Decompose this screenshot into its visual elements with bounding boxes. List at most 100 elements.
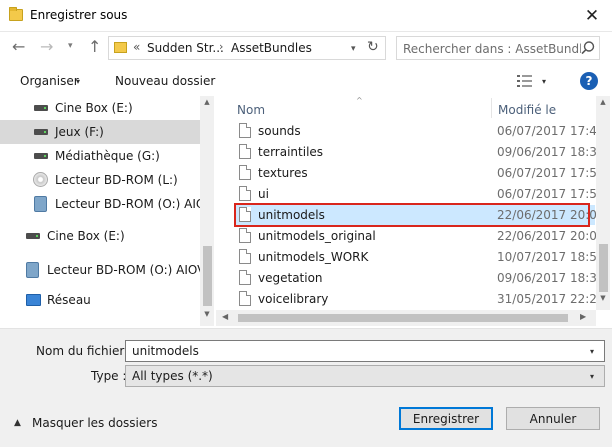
file-date: 22/06/2017 20:08 [497, 208, 598, 222]
search-input[interactable] [403, 41, 581, 57]
list-item[interactable]: unitmodels_original 22/06/2017 20:08 [235, 226, 598, 246]
file-date: 10/07/2017 18:55 [497, 250, 598, 264]
save-form: Nom du fichier : unitmodels ▾ Type : All… [0, 328, 612, 447]
sort-ascending-icon: ^ [356, 96, 363, 105]
file-icon [239, 165, 251, 180]
sidebar-item-label: Réseau [47, 293, 91, 307]
cancel-button[interactable]: Annuler [506, 407, 600, 430]
close-button[interactable]: ✕ [572, 0, 612, 32]
file-date: 06/07/2017 17:50 [497, 187, 598, 201]
forward-arrow-icon[interactable]: → [40, 37, 53, 56]
file-name: unitmodels_WORK [258, 250, 369, 264]
scroll-up-icon[interactable]: ▲ [200, 98, 214, 106]
sidebar-item-jeux[interactable]: Jeux (F:) [0, 120, 200, 144]
column-header-date[interactable]: Modifié le [498, 103, 556, 117]
sidebar-item-bd-rom-o[interactable]: Lecteur BD-ROM (O:) AIOVI [0, 192, 214, 216]
sidebar-item-cine-box-2[interactable]: Cine Box (E:) [0, 224, 200, 248]
file-list-horizontal-scrollbar[interactable]: ◀ ▶ [216, 310, 596, 326]
drive-icon [34, 129, 48, 135]
file-icon [239, 186, 251, 201]
chevron-down-icon[interactable]: ▾ [590, 372, 594, 381]
save-button[interactable]: Enregistrer [399, 407, 493, 430]
address-bar[interactable]: « Sudden Str... › AssetBundles ▾ ↻ [108, 36, 386, 60]
file-name: unitmodels [258, 208, 325, 222]
recent-locations-chevron-icon[interactable]: ▾ [68, 41, 73, 51]
file-name: textures [258, 166, 308, 180]
breadcrumb-separator-icon[interactable]: › [219, 40, 223, 53]
file-list-vertical-scrollbar[interactable]: ▲ ▼ [596, 96, 610, 310]
file-name: terraintiles [258, 145, 324, 159]
breadcrumb-item[interactable]: AssetBundles [231, 41, 312, 55]
file-type-value[interactable]: All types (*.*) [132, 369, 213, 383]
type-label: Type : [91, 369, 127, 383]
chevron-up-icon[interactable]: ▲ [14, 418, 21, 428]
organize-menu[interactable]: Organiser [20, 74, 79, 88]
scroll-down-icon[interactable]: ▼ [200, 310, 214, 318]
file-name: voicelibrary [258, 292, 329, 306]
file-icon [239, 249, 251, 264]
column-divider[interactable] [491, 98, 492, 118]
file-name: ui [258, 187, 269, 201]
drive-icon [34, 153, 48, 159]
file-date: 22/06/2017 20:08 [497, 229, 598, 243]
scroll-right-icon[interactable]: ▶ [580, 312, 586, 321]
help-icon[interactable]: ? [580, 72, 598, 90]
breadcrumb-item[interactable]: Sudden Str... [147, 41, 224, 55]
filename-field[interactable]: unitmodels ▾ [125, 340, 605, 362]
sidebar-item-label: Médiathèque (G:) [55, 149, 160, 163]
bd-drive-icon [26, 262, 39, 278]
file-icon [239, 291, 251, 306]
file-date: 09/06/2017 18:33 [497, 145, 598, 159]
sidebar-item-reseau[interactable]: Réseau [0, 288, 200, 312]
chevron-down-icon[interactable]: ▾ [351, 44, 365, 54]
file-icon [239, 123, 251, 138]
filename-label: Nom du fichier : [36, 344, 133, 358]
navigation-pane-scrollbar[interactable]: ▲ ▼ [200, 96, 214, 326]
back-arrow-icon[interactable]: ← [12, 37, 25, 56]
list-item[interactable]: terraintiles 09/06/2017 18:33 [235, 142, 598, 162]
scrollbar-thumb[interactable] [203, 246, 212, 306]
sidebar-item-bd-rom-l[interactable]: Lecteur BD-ROM (L:) [0, 168, 200, 192]
chevron-down-icon[interactable]: ▾ [542, 77, 546, 86]
list-item[interactable]: ui 06/07/2017 17:50 [235, 184, 598, 204]
scroll-down-icon[interactable]: ▼ [596, 294, 610, 302]
list-item[interactable]: unitmodels_WORK 10/07/2017 18:55 [235, 247, 598, 267]
scrollbar-thumb[interactable] [599, 244, 608, 292]
sidebar-item-bd-rom-o-2[interactable]: Lecteur BD-ROM (O:) AIOVIS [0, 258, 214, 282]
breadcrumb-overflow-icon[interactable]: « [133, 40, 140, 54]
hide-folders-button[interactable]: Masquer les dossiers [32, 416, 157, 430]
filename-value[interactable]: unitmodels [132, 344, 199, 358]
chevron-down-icon[interactable]: ▾ [76, 77, 80, 86]
drive-icon [34, 105, 48, 111]
folder-icon [9, 7, 23, 21]
list-item[interactable]: vegetation 09/06/2017 18:37 [235, 268, 598, 288]
file-date: 09/06/2017 18:37 [497, 271, 598, 285]
search-box[interactable] [396, 36, 600, 60]
sidebar-item-label: Jeux (F:) [55, 125, 104, 139]
view-details-icon[interactable] [516, 73, 534, 89]
file-icon [239, 207, 251, 222]
sidebar-item-mediatheque[interactable]: Médiathèque (G:) [0, 144, 200, 168]
refresh-icon[interactable]: ↻ [367, 39, 379, 55]
scroll-up-icon[interactable]: ▲ [596, 98, 610, 106]
file-type-select[interactable]: All types (*.*) ▾ [125, 365, 605, 387]
list-item[interactable]: sounds 06/07/2017 17:48 [235, 121, 598, 141]
search-icon[interactable] [580, 40, 596, 56]
new-folder-button[interactable]: Nouveau dossier [115, 74, 215, 88]
scrollbar-thumb[interactable] [238, 314, 568, 322]
sidebar-item-cine-box[interactable]: Cine Box (E:) [0, 96, 200, 120]
sidebar-item-label: Cine Box (E:) [47, 229, 125, 243]
up-arrow-icon[interactable]: ↑ [88, 37, 101, 56]
list-item[interactable]: textures 06/07/2017 17:50 [235, 163, 598, 183]
sidebar-item-label: Lecteur BD-ROM (O:) AIOVI [55, 197, 214, 211]
bd-drive-icon [34, 196, 47, 212]
column-header-name[interactable]: Nom [237, 103, 265, 117]
disc-icon [33, 172, 48, 187]
scroll-left-icon[interactable]: ◀ [222, 312, 228, 321]
file-date: 06/07/2017 17:50 [497, 166, 598, 180]
list-item-selected[interactable]: unitmodels 22/06/2017 20:08 [235, 205, 598, 225]
chevron-down-icon[interactable]: ▾ [590, 347, 594, 356]
list-item[interactable]: voicelibrary 31/05/2017 22:22 [235, 289, 598, 309]
network-icon [26, 294, 41, 306]
toolbar: Organiser ▾ Nouveau dossier ▾ ? [0, 66, 612, 96]
